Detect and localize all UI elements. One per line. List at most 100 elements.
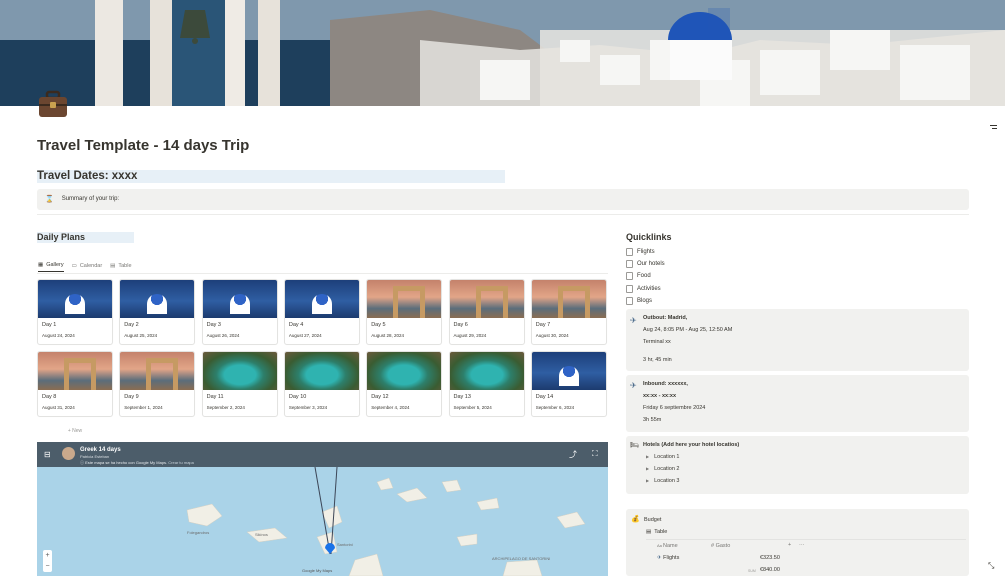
- page-icon: [626, 284, 633, 293]
- budget-row-value: €323.50: [760, 555, 780, 561]
- tab-calendar[interactable]: ▭ Calendar: [72, 262, 103, 272]
- zoom-controls: + −: [43, 550, 52, 572]
- card-cover-image: [38, 280, 112, 318]
- day-card[interactable]: Day 14 September 6, 2024: [530, 351, 607, 417]
- quicklink-item[interactable]: Our hotels: [626, 260, 665, 269]
- cover-image: [0, 0, 1005, 106]
- quicklink-label: Food: [637, 273, 651, 280]
- inbound-card: ✈ Inbound: xxxxxx, xx:xx - xx:xx Friday …: [626, 375, 969, 432]
- gallery-grid: Day 1 August 24, 2024 Day 2 August 25, 2024…: [37, 279, 608, 419]
- share-icon[interactable]: ⤴: [569, 449, 577, 460]
- airplane-arrival-icon: ✈: [630, 381, 637, 390]
- map-note: ⓘ Este mapa se ha hecho con Google My Ma…: [80, 460, 194, 466]
- card-cover-image: [202, 352, 277, 390]
- card-cover-image: [284, 352, 359, 390]
- quicklink-label: Activities: [637, 285, 661, 292]
- gallery-icon: ▦: [38, 262, 44, 268]
- hotel-location-label: Location 3: [654, 478, 680, 484]
- day-card[interactable]: Day 13 September 5, 2024: [448, 351, 525, 417]
- view-tabs: ▦ Gallery ▭ Calendar ▤ Table: [38, 262, 132, 272]
- map-label-archipelago: ARCHIPELAGO DE SANTORINI: [492, 556, 550, 561]
- outline-toggle[interactable]: [990, 125, 997, 126]
- card-title: Day 9: [124, 394, 139, 400]
- help-icon[interactable]: ⤡: [988, 561, 994, 571]
- hotel-toggle-2[interactable]: ▶ Location 2: [646, 466, 679, 472]
- outbound-duration: 3 hr, 45 min: [643, 357, 672, 363]
- zoom-in-button[interactable]: +: [43, 550, 52, 561]
- card-cover-image: [38, 352, 112, 390]
- day-card[interactable]: Day 2 August 25, 2024: [119, 279, 196, 345]
- day-card[interactable]: Day 1 August 24, 2024: [37, 279, 113, 345]
- briefcase-icon[interactable]: [38, 90, 68, 118]
- hash-icon: #: [711, 543, 715, 549]
- tab-gallery[interactable]: ▦ Gallery: [38, 262, 64, 272]
- outbound-card: ✈ Outbout: Madrid, Aug 24, 8:05 PM - Aug…: [626, 309, 969, 371]
- page-icon: [626, 260, 633, 269]
- card-title: Day 2: [124, 322, 139, 328]
- day-card[interactable]: Day 6 August 29, 2024: [448, 279, 525, 345]
- quicklink-item[interactable]: Food: [626, 272, 651, 281]
- outline-toggle-line: [992, 128, 997, 129]
- hotels-title: Hotels (Add here your hotel locatios): [643, 442, 740, 448]
- table-icon: ▤: [646, 529, 652, 535]
- column-header-name[interactable]: Aa Name: [657, 543, 678, 549]
- hotel-toggle-3[interactable]: ▶ Location 3: [646, 478, 679, 484]
- tab-table[interactable]: ▤ Table: [110, 262, 131, 272]
- more-options-icon[interactable]: ···: [799, 542, 805, 548]
- page-icon: [626, 248, 633, 256]
- card-date: September 3, 2024: [288, 405, 328, 410]
- quicklink-label: Our hotels: [637, 261, 665, 268]
- day-card[interactable]: Day 10 September 3, 2024: [283, 351, 360, 417]
- column-header-gasto[interactable]: # Gasto: [711, 543, 730, 549]
- map-footer: Google My Maps: [302, 568, 333, 573]
- quicklink-item[interactable]: Blogs: [626, 296, 652, 305]
- quicklink-item[interactable]: Flights: [626, 248, 655, 256]
- quicklink-item[interactable]: Activities: [626, 284, 661, 293]
- map-note-link[interactable]: Crear tu mapa: [168, 460, 194, 465]
- day-card[interactable]: Day 4 August 27, 2024: [283, 279, 360, 345]
- cover-photo: [0, 0, 1005, 106]
- sidebar-toggle-icon[interactable]: ⊟: [44, 450, 51, 459]
- card-title: Day 14: [535, 394, 554, 400]
- card-date: August 24, 2024: [42, 333, 75, 338]
- day-card[interactable]: Day 5 August 28, 2024: [366, 279, 443, 345]
- day-card[interactable]: Day 7 August 30, 2024: [530, 279, 607, 345]
- map-label-santorini: Santorini: [337, 542, 353, 547]
- inbound-duration: 3h 55m: [643, 417, 662, 423]
- add-column-button[interactable]: +: [788, 542, 791, 548]
- hotel-toggle-1[interactable]: ▶ Location 1: [646, 454, 679, 460]
- card-cover-image: [531, 352, 606, 390]
- card-date: August 30, 2024: [535, 333, 569, 338]
- map-author: Patricia Esteban: [80, 454, 110, 459]
- day-card[interactable]: Day 3 August 26, 2024: [201, 279, 278, 345]
- new-card-button[interactable]: + New: [37, 425, 113, 436]
- day-card[interactable]: Day 8 August 31, 2024: [37, 351, 113, 417]
- card-cover-image: [449, 280, 524, 318]
- card-cover-image: [284, 280, 359, 318]
- page-icon: [626, 296, 633, 305]
- card-title: Day 8: [42, 394, 57, 400]
- day-card[interactable]: Day 9 September 1, 2024: [119, 351, 196, 417]
- card-date: September 5, 2024: [453, 405, 492, 410]
- travel-dates-heading: Travel Dates: xxxx: [37, 170, 505, 183]
- card-title: Day 1: [42, 322, 57, 328]
- budget-divider: [646, 539, 966, 540]
- day-card[interactable]: Day 12 September 4, 2024: [366, 351, 443, 417]
- zoom-out-button[interactable]: −: [43, 561, 52, 572]
- page-title: Travel Template - 14 days Trip: [37, 137, 250, 154]
- toggle-triangle-icon: ▶: [646, 454, 650, 459]
- calendar-icon: ▭: [71, 262, 77, 269]
- day-card[interactable]: Day 11 September 2, 2024: [201, 351, 278, 417]
- page-icon: [626, 272, 633, 281]
- card-cover-image: [367, 352, 442, 390]
- card-cover-image: [367, 280, 442, 318]
- sum-value: €840.00: [760, 567, 780, 573]
- map-title[interactable]: Greek 14 days: [80, 447, 121, 453]
- budget-row-flights[interactable]: ✈ Flights: [657, 555, 679, 561]
- card-date: September 1, 2024: [124, 405, 163, 410]
- fullscreen-icon[interactable]: ⛶: [592, 449, 598, 459]
- budget-view-tab[interactable]: ▤ Table: [646, 529, 667, 535]
- quicklinks-heading: Quicklinks: [626, 232, 672, 242]
- embedded-map[interactable]: Folegandros Sikinos Santorini ARCHIPELAG…: [37, 442, 608, 576]
- card-cover-image: [449, 352, 524, 390]
